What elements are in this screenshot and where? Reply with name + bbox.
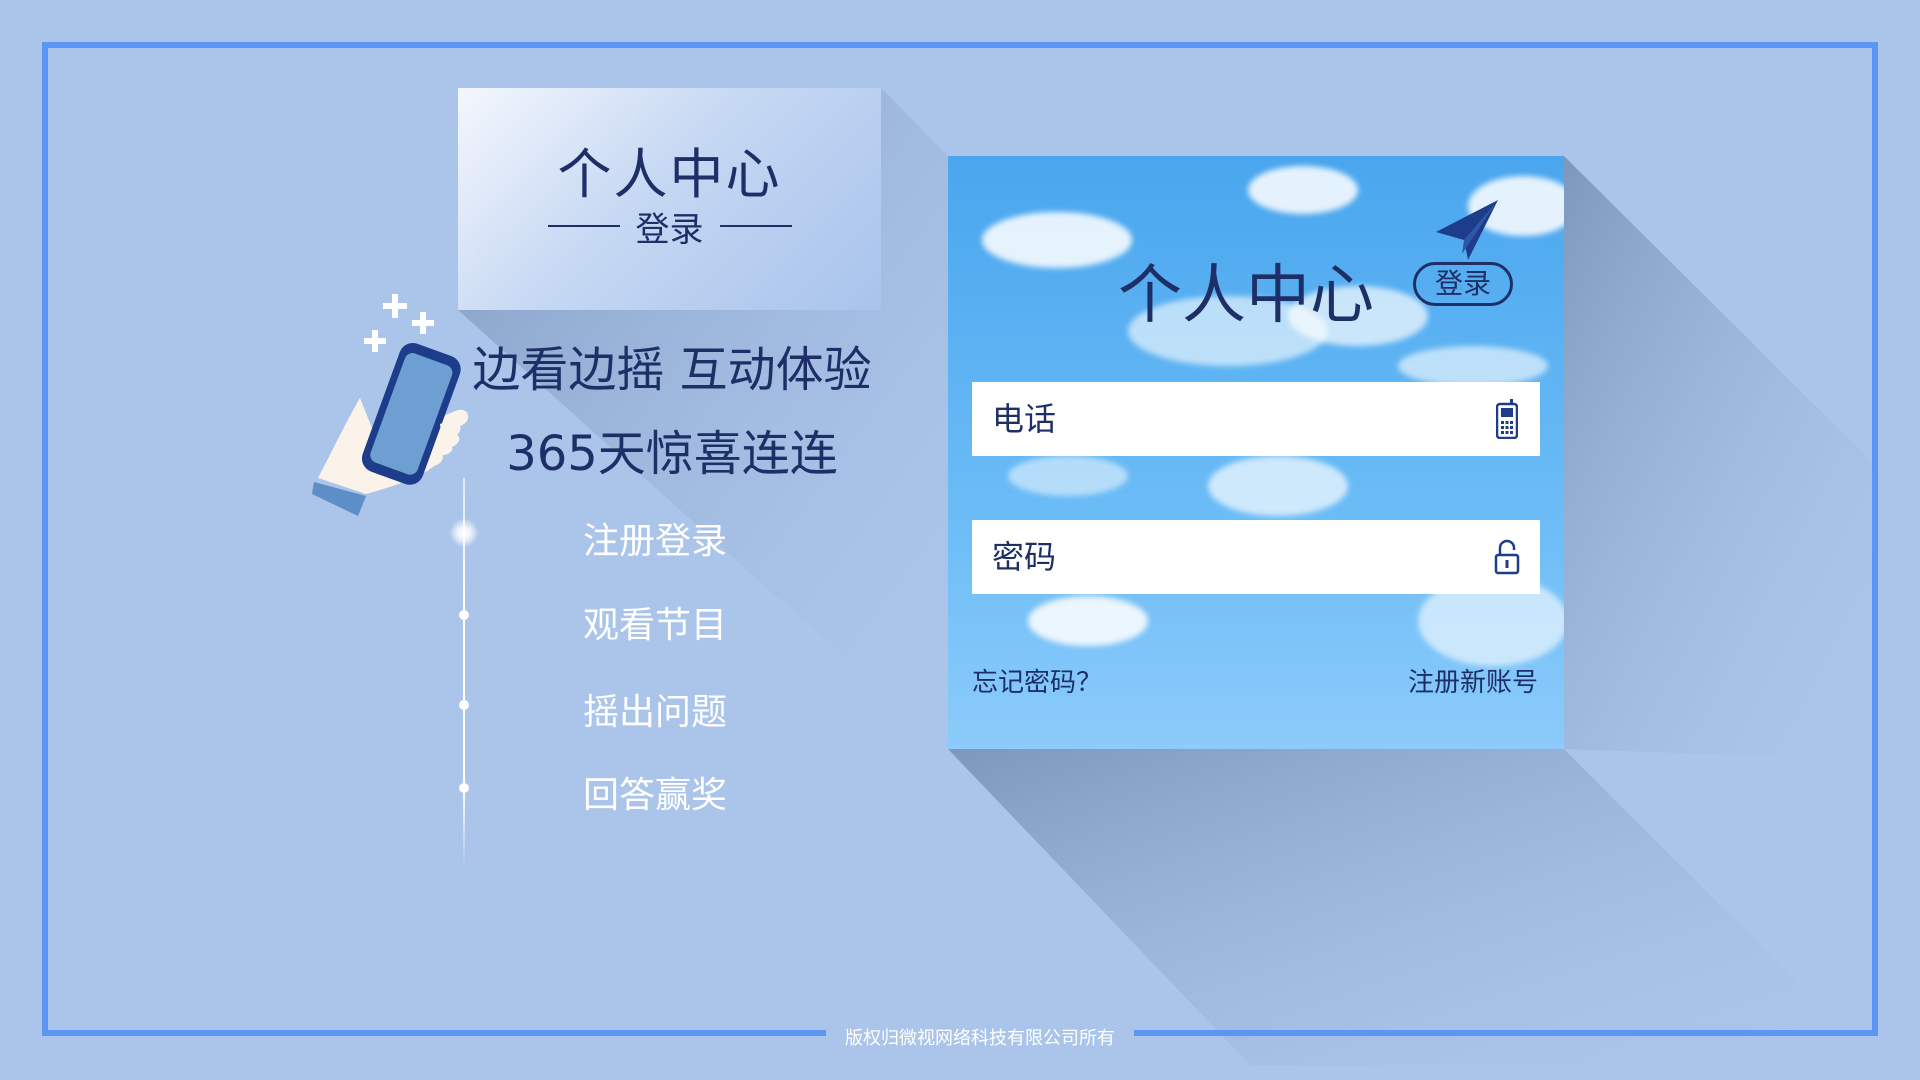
paper-plane-icon: [1436, 200, 1498, 260]
cloud: [1208, 456, 1348, 516]
timeline-dot: [459, 783, 469, 793]
register-link[interactable]: 注册新账号: [1408, 662, 1538, 699]
login-title: 个人中心: [1118, 259, 1374, 333]
timeline-item: 注册登录: [582, 521, 727, 562]
divider-line-left: [547, 225, 620, 227]
timeline-item: 摇出问题: [582, 692, 727, 733]
divider-line-right: [719, 225, 792, 227]
promo-line-2: 365天惊喜连连: [506, 426, 838, 482]
password-field[interactable]: [972, 520, 1540, 594]
phone-field[interactable]: [972, 382, 1540, 456]
login-badge-button[interactable]: 登录: [1413, 262, 1513, 306]
header-title: 个人中心: [557, 143, 782, 206]
header-subtitle: 登录: [635, 209, 704, 250]
timeline-dot: [459, 700, 469, 710]
cloud: [1008, 456, 1128, 496]
login-panel: 个人中心 登录 忘记密码？ 注册: [948, 156, 1564, 749]
timeline-dot-active: [449, 518, 479, 548]
cloud: [1248, 166, 1358, 214]
cloud: [1028, 596, 1148, 646]
cloud: [1398, 346, 1548, 386]
copyright-text: 版权归微视网络科技有限公司所有: [845, 1028, 1115, 1049]
password-input[interactable]: [990, 537, 1492, 577]
forgot-password-link[interactable]: 忘记密码？: [972, 662, 1102, 699]
promo-line-1: 边看边摇 互动体验: [472, 342, 872, 398]
unlock-icon: [1492, 536, 1522, 578]
timeline-item: 观看节目: [582, 605, 727, 646]
phone-input[interactable]: [990, 399, 1492, 439]
timeline-item: 回答赢奖: [582, 775, 727, 816]
cloud: [982, 212, 1132, 268]
hand-holding-phone-icon: [308, 290, 469, 530]
mobile-phone-icon: [1492, 398, 1522, 440]
header-card: 个人中心 登录: [458, 88, 881, 310]
timeline-dot: [459, 610, 469, 620]
header-subtitle-row: 登录: [458, 206, 881, 250]
